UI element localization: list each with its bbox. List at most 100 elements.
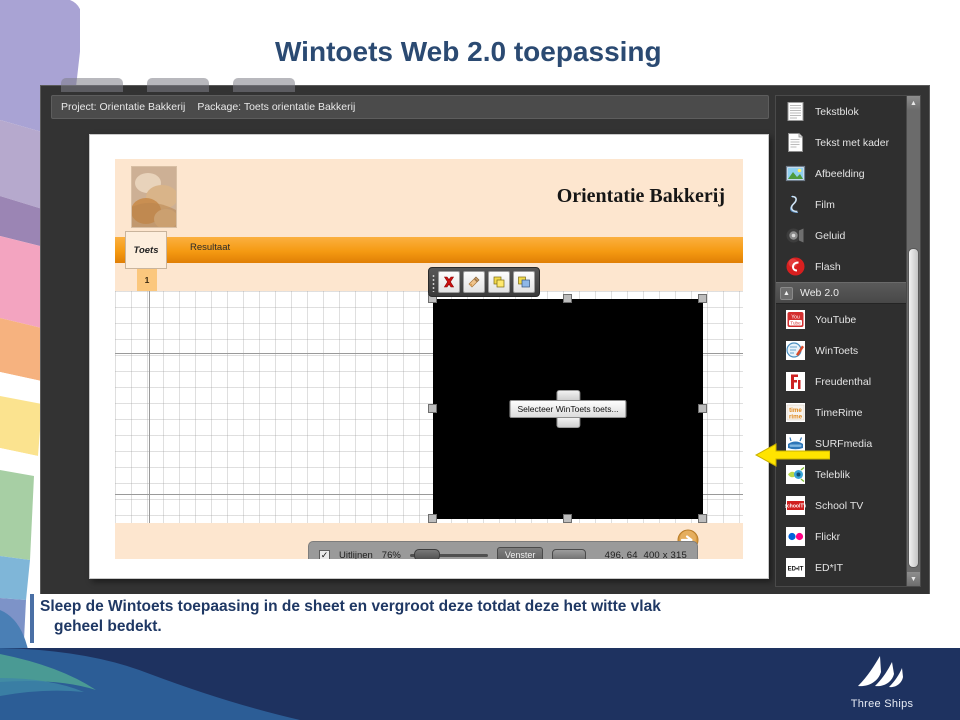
selection-handle-w[interactable]: [428, 404, 437, 413]
slide-stage: Wintoets Web 2.0 toepassing Project: Ori…: [0, 0, 960, 720]
panel-item-label: Flickr: [815, 530, 841, 543]
selection-handle-se[interactable]: [698, 514, 707, 523]
image-icon: [785, 163, 806, 184]
window-tab-1[interactable]: [61, 78, 123, 92]
panel-item-youtube[interactable]: You Tube YouTube: [776, 304, 920, 335]
slide-content: Orientatie Bakkerij Toets Resultaat 1 Se…: [115, 159, 743, 559]
object-toolbar: [428, 267, 540, 297]
slide-canvas[interactable]: Orientatie Bakkerij Toets Resultaat 1 Se…: [89, 134, 769, 579]
slide-caption: Sleep de Wintoets toepaasing in de sheet…: [30, 594, 930, 643]
selection-handle-s[interactable]: [563, 514, 572, 523]
align-checkbox[interactable]: ✓: [319, 549, 330, 559]
panel-item-label: YouTube: [815, 313, 857, 326]
coordinates-readout: 496, 64 400 x 315: [605, 550, 687, 560]
secondary-slider-knob[interactable]: [552, 548, 587, 559]
panel-item-label: Freudenthal: [815, 375, 872, 388]
components-panel: Tekstblok Tekst met kader Afbeelding Fil…: [775, 95, 921, 587]
window-button[interactable]: Venster: [496, 547, 544, 559]
sound-icon: [785, 225, 806, 246]
zoom-slider-knob[interactable]: [413, 549, 440, 559]
zoom-slider[interactable]: [409, 549, 488, 559]
svg-text:Tube: Tube: [790, 320, 801, 325]
caption-line-1: Sleep de Wintoets toepaasing in de sheet…: [40, 598, 661, 615]
canvas-status-bar: ✓ Uitlijnen 76% Venster 496, 64 400 x 31…: [308, 541, 698, 559]
wintoets-icon: [785, 340, 806, 361]
panel-item-wintoets[interactable]: WinToets: [776, 335, 920, 366]
youtube-icon: You Tube: [785, 309, 806, 330]
page-title: Wintoets Web 2.0 toepassing: [275, 36, 662, 67]
application-window: Project: Orientatie Bakkerij Package: To…: [40, 78, 930, 595]
film-icon: [785, 194, 806, 215]
flickr-icon: [785, 526, 806, 547]
header-thumbnail-image: [131, 166, 177, 228]
text-block-icon: [785, 101, 806, 122]
edit-icon: ED•IT: [785, 557, 806, 578]
panel-item-label: Tekstblok: [815, 105, 859, 118]
slide-heading: Orientatie Bakkerij: [556, 185, 725, 207]
slide-footer: Three Ships: [0, 648, 960, 720]
delete-icon[interactable]: [438, 271, 460, 293]
svg-text:rime: rime: [789, 413, 803, 420]
panel-item-tekstblok[interactable]: Tekstblok: [776, 96, 920, 127]
panel-item-label: Geluid: [815, 229, 846, 242]
panel-item-label: Tekst met kader: [815, 136, 890, 149]
panel-item-label: Flash: [815, 260, 841, 273]
svg-text:schoolTV: schoolTV: [785, 504, 806, 510]
panel-item-geluid[interactable]: Geluid: [776, 220, 920, 251]
panel-section-web20[interactable]: ▲ Web 2.0: [776, 282, 920, 304]
chevron-up-icon: ▲: [780, 286, 793, 300]
tab-resultaat[interactable]: Resultaat: [190, 242, 230, 253]
panel-item-school-tv[interactable]: schoolTV School TV: [776, 490, 920, 521]
tab-toets[interactable]: Toets: [125, 231, 167, 269]
timerime-icon: time rime: [785, 402, 806, 423]
panel-item-tekst-met-kader[interactable]: Tekst met kader: [776, 127, 920, 158]
align-label: Uitlijnen: [339, 549, 373, 560]
panel-item-label: School TV: [815, 499, 864, 512]
selection-handle-ne[interactable]: [698, 294, 707, 303]
window-tab-3[interactable]: [233, 78, 295, 92]
project-label: Project: Orientatie Bakkerij: [61, 101, 186, 113]
coordinates-value: 496, 64: [604, 549, 638, 560]
flash-icon: [785, 256, 806, 277]
edit-hand-icon[interactable]: [463, 271, 485, 293]
panel-item-label: Afbeelding: [815, 167, 865, 180]
select-wintoets-button[interactable]: Selecteer WinToets toets...: [509, 400, 627, 418]
scroll-up-arrow-icon[interactable]: ▲: [907, 96, 920, 110]
project-bar: Project: Orientatie Bakkerij Package: To…: [51, 95, 769, 119]
selection-handle-n[interactable]: [563, 294, 572, 303]
wintoets-object-placeholder[interactable]: Selecteer WinToets toets...: [433, 299, 703, 519]
panel-section-label: Web 2.0: [800, 287, 839, 299]
scroll-down-arrow-icon[interactable]: ▼: [907, 572, 920, 586]
paste-icon[interactable]: [513, 271, 535, 293]
panel-item-flash[interactable]: Flash: [776, 251, 920, 282]
scrollbar-thumb[interactable]: [908, 248, 919, 568]
panel-item-freudenthal[interactable]: Freudenthal: [776, 366, 920, 397]
panel-scrollbar[interactable]: ▲ ▼: [906, 95, 921, 587]
panel-item-afbeelding[interactable]: Afbeelding: [776, 158, 920, 189]
panel-item-label: Film: [815, 198, 835, 211]
panel-item-label: TimeRime: [815, 406, 863, 419]
panel-item-label: ED*IT: [815, 561, 844, 574]
svg-text:ED•IT: ED•IT: [788, 567, 804, 573]
panel-item-film[interactable]: Film: [776, 189, 920, 220]
brand-logo-text: Three Ships: [850, 698, 914, 710]
caption-line-2: geheel bedekt.: [54, 618, 162, 636]
package-label: Package: Toets orientatie Bakkerij: [197, 101, 356, 113]
copy-icon[interactable]: [488, 271, 510, 293]
guide-line-vertical: [149, 291, 150, 523]
selection-handle-e[interactable]: [698, 404, 707, 413]
freudenthal-icon: [785, 371, 806, 392]
window-tabstrip: [61, 78, 401, 92]
panel-item-label: WinToets: [815, 344, 859, 357]
selection-handle-sw[interactable]: [428, 514, 437, 523]
panel-item-edit[interactable]: ED•IT ED*IT: [776, 552, 920, 583]
yellow-pointer-arrow: [754, 442, 831, 473]
window-tab-2[interactable]: [147, 78, 209, 92]
panel-item-timerime[interactable]: time rime TimeRime: [776, 397, 920, 428]
panel-item-flickr[interactable]: Flickr: [776, 521, 920, 552]
toolbar-grip-handle[interactable]: [432, 274, 435, 292]
brand-logo: Three Ships: [822, 652, 942, 712]
dimensions-value: 400 x 315: [643, 549, 687, 560]
zoom-value: 76%: [381, 549, 401, 560]
page-number-marker[interactable]: 1: [137, 269, 157, 291]
